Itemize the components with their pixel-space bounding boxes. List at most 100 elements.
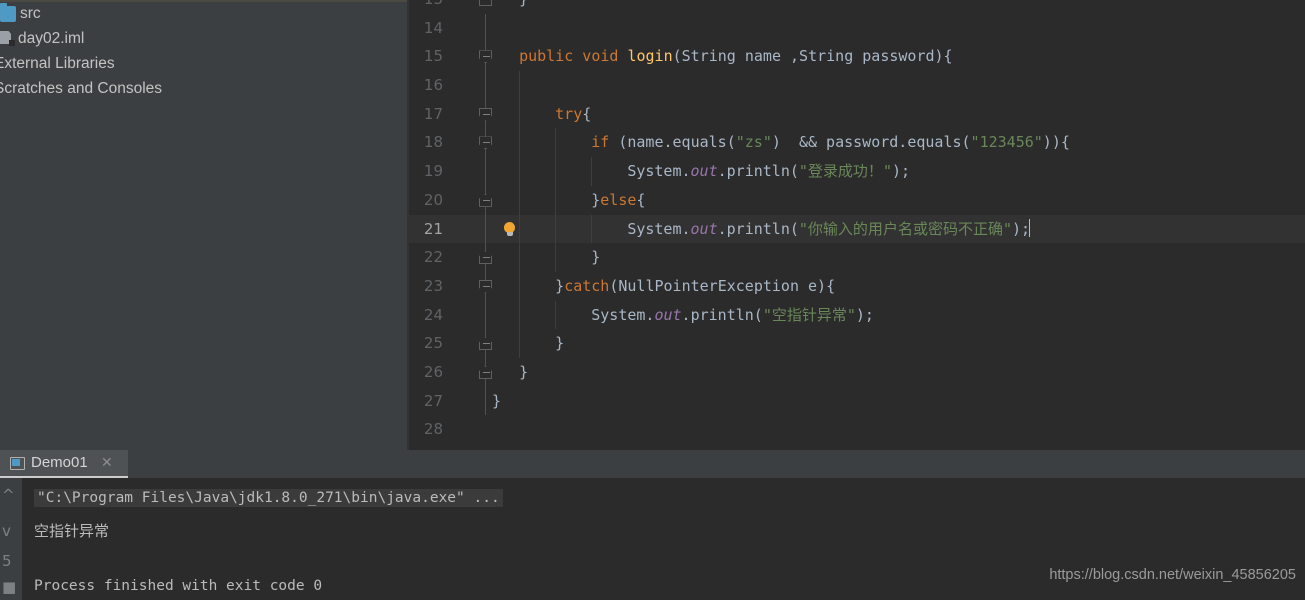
- code-token: }: [591, 190, 601, 209]
- indent-guide: [519, 157, 521, 186]
- line-number: 16: [423, 76, 443, 95]
- code-token: )){: [1042, 133, 1070, 152]
- code-line[interactable]: 20 }else{: [407, 185, 1305, 215]
- fold-collapse-icon[interactable]: [479, 136, 493, 150]
- fold-spine: [485, 13, 486, 43]
- code-token: public: [519, 47, 574, 66]
- line-number: 25: [423, 334, 443, 353]
- code-text: }: [519, 358, 528, 387]
- code-line[interactable]: 14: [407, 13, 1305, 43]
- indent-guide: [519, 329, 521, 358]
- indent-guide: [519, 214, 521, 244]
- fold-spine: [485, 157, 486, 186]
- run-toolbar-button[interactable]: ■: [2, 578, 16, 596]
- code-token: ) && password.equals(: [771, 133, 971, 152]
- line-number: 27: [423, 391, 443, 410]
- run-toolbar-button[interactable]: v: [2, 522, 11, 540]
- code-token: .println(: [717, 162, 799, 181]
- fold-collapse-icon[interactable]: [479, 107, 493, 121]
- code-text: }else{: [591, 186, 645, 215]
- run-toolbar-button[interactable]: 5: [2, 552, 12, 570]
- tree-item[interactable]: Scratches and Consoles: [0, 77, 407, 101]
- code-token: }: [519, 362, 529, 381]
- text-caret: [1029, 218, 1031, 237]
- code-token: }: [555, 334, 565, 353]
- code-line[interactable]: 21 System.out.println("你输入的用户名或密码不正确");: [407, 214, 1305, 244]
- fold-expand-icon[interactable]: [479, 193, 493, 207]
- code-line[interactable]: 13}: [407, 0, 1305, 14]
- fold-expand-icon[interactable]: [479, 365, 493, 379]
- run-tab-bar: Demo01 ✕: [0, 450, 1305, 478]
- line-number: 28: [423, 420, 443, 439]
- indent-guide: [555, 243, 557, 272]
- code-line[interactable]: 22}: [407, 243, 1305, 272]
- code-token: (name.equals(: [609, 133, 736, 152]
- code-text: }catch(NullPointerException e){: [555, 272, 835, 301]
- tree-item[interactable]: src: [0, 2, 407, 26]
- code-text: }: [519, 0, 528, 14]
- code-token: }: [492, 391, 502, 410]
- run-tab-label: Demo01: [31, 454, 88, 471]
- code-token: login: [627, 47, 673, 66]
- code-line[interactable]: 16: [407, 71, 1305, 100]
- code-text: System.out.println("空指针异常");: [591, 301, 874, 330]
- ide-window: src day02.iml External Libraries Scratches …: [0, 0, 1305, 600]
- folder-icon: [0, 3, 16, 22]
- code-text: System.out.println("登录成功！");: [627, 157, 910, 186]
- line-number: 15: [423, 47, 443, 66]
- code-line[interactable]: 27}: [407, 386, 1305, 416]
- indent-guide: [555, 157, 557, 186]
- code-token: "你输入的用户名或密码不正确": [798, 219, 1012, 238]
- fold-collapse-icon[interactable]: [479, 279, 493, 293]
- code-line[interactable]: 23 }catch(NullPointerException e){: [407, 271, 1305, 301]
- tree-item[interactable]: day02.iml: [0, 27, 407, 51]
- code-text: System.out.println("你输入的用户名或密码不正确");: [627, 215, 1031, 244]
- indent-guide: [555, 128, 557, 158]
- project-tree-panel: src day02.iml External Libraries Scratches …: [0, 0, 407, 450]
- code-token: }: [591, 248, 601, 267]
- code-token: );: [891, 162, 911, 181]
- tree-item-label: External Libraries: [0, 55, 115, 72]
- code-line[interactable]: 19 System.out.println("登录成功！");: [407, 157, 1305, 186]
- code-text: try{: [555, 100, 591, 129]
- fold-collapse-icon[interactable]: [479, 50, 493, 64]
- code-token: );: [1011, 219, 1031, 238]
- fold-expand-icon[interactable]: [479, 337, 493, 351]
- indent-guide: [555, 185, 557, 215]
- code-token: "空指针异常": [762, 305, 856, 324]
- code-line[interactable]: 18 if (name.equals("zs") && password.equa…: [407, 128, 1305, 158]
- line-number: 23: [423, 276, 443, 295]
- code-line[interactable]: 25}: [407, 329, 1305, 358]
- code-line[interactable]: 17 try{: [407, 99, 1305, 129]
- code-token: "123456": [970, 133, 1043, 152]
- code-token: catch: [564, 276, 610, 295]
- run-configuration-icon: [10, 457, 25, 470]
- code-editor[interactable]: 13} 14 15 public void login(String name ,St…: [407, 0, 1305, 450]
- console-line: 空指针异常: [34, 522, 110, 540]
- tree-item[interactable]: External Libraries: [0, 52, 407, 76]
- run-toolbar-button[interactable]: ^: [2, 486, 15, 504]
- code-line[interactable]: 26}: [407, 357, 1305, 387]
- line-number: 18: [423, 133, 443, 152]
- run-tab-demo01[interactable]: Demo01 ✕: [0, 450, 128, 478]
- tree-item-label: day02.iml: [18, 30, 85, 47]
- indent-guide: [519, 271, 521, 301]
- fold-spine: [485, 71, 486, 100]
- console-command-text: "C:\Program Files\Java\jdk1.8.0_271\bin\…: [34, 489, 503, 507]
- code-line[interactable]: 28: [407, 415, 1305, 444]
- line-number: 21: [423, 219, 443, 238]
- intention-bulb-icon[interactable]: [503, 221, 516, 237]
- code-token: }: [555, 276, 565, 295]
- close-icon[interactable]: ✕: [101, 454, 113, 471]
- code-token: out: [654, 305, 682, 324]
- code-token: .println(: [681, 305, 763, 324]
- run-side-toolbar[interactable]: ^ v 5 ■: [0, 478, 22, 600]
- fold-expand-icon[interactable]: [479, 251, 493, 265]
- code-line[interactable]: 15 public void login(String name ,String …: [407, 42, 1305, 72]
- fold-expand-icon[interactable]: [479, 0, 493, 6]
- indent-guide: [519, 71, 521, 100]
- indent-guide: [519, 243, 521, 272]
- line-number: 20: [423, 190, 443, 209]
- code-line[interactable]: 24 System.out.println("空指针异常");: [407, 300, 1305, 330]
- code-token: try: [555, 104, 583, 123]
